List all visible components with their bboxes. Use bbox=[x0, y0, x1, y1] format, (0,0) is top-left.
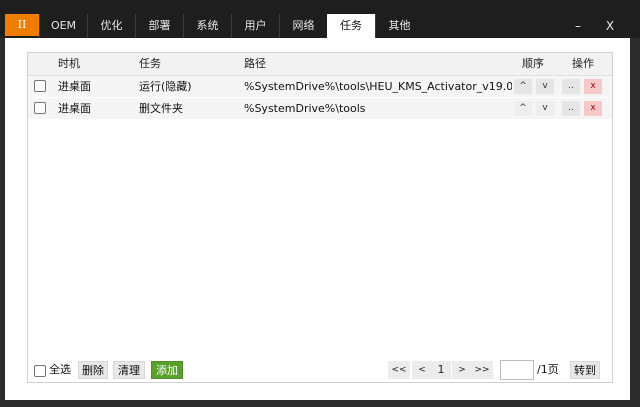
column-header-path: 路径 bbox=[244, 57, 266, 70]
title-bar: II OEM 优化 部署 系统 用户 网络 任务 其他 – X bbox=[0, 0, 640, 38]
edit-button[interactable]: .. bbox=[562, 79, 580, 94]
tab-oem[interactable]: OEM bbox=[39, 14, 87, 38]
move-down-button[interactable]: v bbox=[536, 101, 554, 116]
tab-other[interactable]: 其他 bbox=[375, 14, 423, 38]
table-row[interactable]: 进桌面 运行(隐藏) %SystemDrive%\tools\HEU_KMS_A… bbox=[28, 76, 612, 97]
prev-page-button[interactable]: < bbox=[412, 361, 432, 379]
tab-system[interactable]: 系统 bbox=[183, 14, 231, 38]
move-up-button[interactable]: ^ bbox=[514, 101, 532, 116]
add-task-button[interactable]: 添加 bbox=[151, 361, 183, 379]
tab-optimize[interactable]: 优化 bbox=[87, 14, 135, 38]
column-header-timing: 时机 bbox=[58, 57, 80, 70]
next-page-button[interactable]: > bbox=[452, 361, 472, 379]
close-button[interactable]: X bbox=[598, 16, 622, 36]
table-footer: 全选 删除 清理 添加 << < 1 > >> /1页 转到 bbox=[28, 359, 612, 381]
current-page-indicator[interactable]: 1 bbox=[431, 361, 451, 379]
delete-selected-button[interactable]: 删除 bbox=[78, 361, 108, 379]
row-checkbox[interactable] bbox=[34, 80, 46, 92]
first-page-button[interactable]: << bbox=[388, 361, 410, 379]
row-task: 运行(隐藏) bbox=[139, 80, 192, 93]
page-number-input[interactable] bbox=[500, 360, 534, 380]
select-all-checkbox[interactable] bbox=[34, 365, 46, 377]
goto-page-button[interactable]: 转到 bbox=[570, 361, 600, 379]
task-table: 时机 任务 路径 顺序 操作 进桌面 运行(隐藏) %SystemDrive%\… bbox=[27, 52, 613, 383]
tab-network[interactable]: 网络 bbox=[279, 14, 327, 38]
column-header-order: 顺序 bbox=[522, 57, 544, 70]
select-all-label: 全选 bbox=[49, 363, 71, 376]
table-header: 时机 任务 路径 顺序 操作 bbox=[28, 53, 612, 76]
tab-deploy[interactable]: 部署 bbox=[135, 14, 183, 38]
row-timing: 进桌面 bbox=[58, 102, 91, 115]
total-pages-label: /1页 bbox=[537, 363, 559, 376]
row-task: 删文件夹 bbox=[139, 102, 183, 115]
clear-button[interactable]: 清理 bbox=[113, 361, 145, 379]
last-page-button[interactable]: >> bbox=[471, 361, 493, 379]
tab-tasks[interactable]: 任务 bbox=[327, 14, 375, 38]
row-timing: 进桌面 bbox=[58, 80, 91, 93]
move-down-button[interactable]: v bbox=[536, 79, 554, 94]
tasks-panel: 时机 任务 路径 顺序 操作 进桌面 运行(隐藏) %SystemDrive%\… bbox=[5, 38, 630, 400]
table-row[interactable]: 进桌面 删文件夹 %SystemDrive%\tools ^ v .. x bbox=[28, 97, 612, 119]
tab-users[interactable]: 用户 bbox=[231, 14, 279, 38]
row-checkbox[interactable] bbox=[34, 102, 46, 114]
delete-row-button[interactable]: x bbox=[584, 101, 602, 116]
column-header-actions: 操作 bbox=[572, 57, 594, 70]
column-header-task: 任务 bbox=[139, 57, 161, 70]
edit-button[interactable]: .. bbox=[562, 101, 580, 116]
tab-bar: OEM 优化 部署 系统 用户 网络 任务 其他 bbox=[39, 14, 423, 38]
row-path: %SystemDrive%\tools\HEU_KMS_Activator_v1… bbox=[244, 80, 512, 93]
delete-row-button[interactable]: x bbox=[584, 79, 602, 94]
move-up-button[interactable]: ^ bbox=[514, 79, 532, 94]
row-path: %SystemDrive%\tools bbox=[244, 102, 366, 115]
app-logo: II bbox=[5, 14, 39, 36]
minimize-button[interactable]: – bbox=[566, 16, 590, 36]
